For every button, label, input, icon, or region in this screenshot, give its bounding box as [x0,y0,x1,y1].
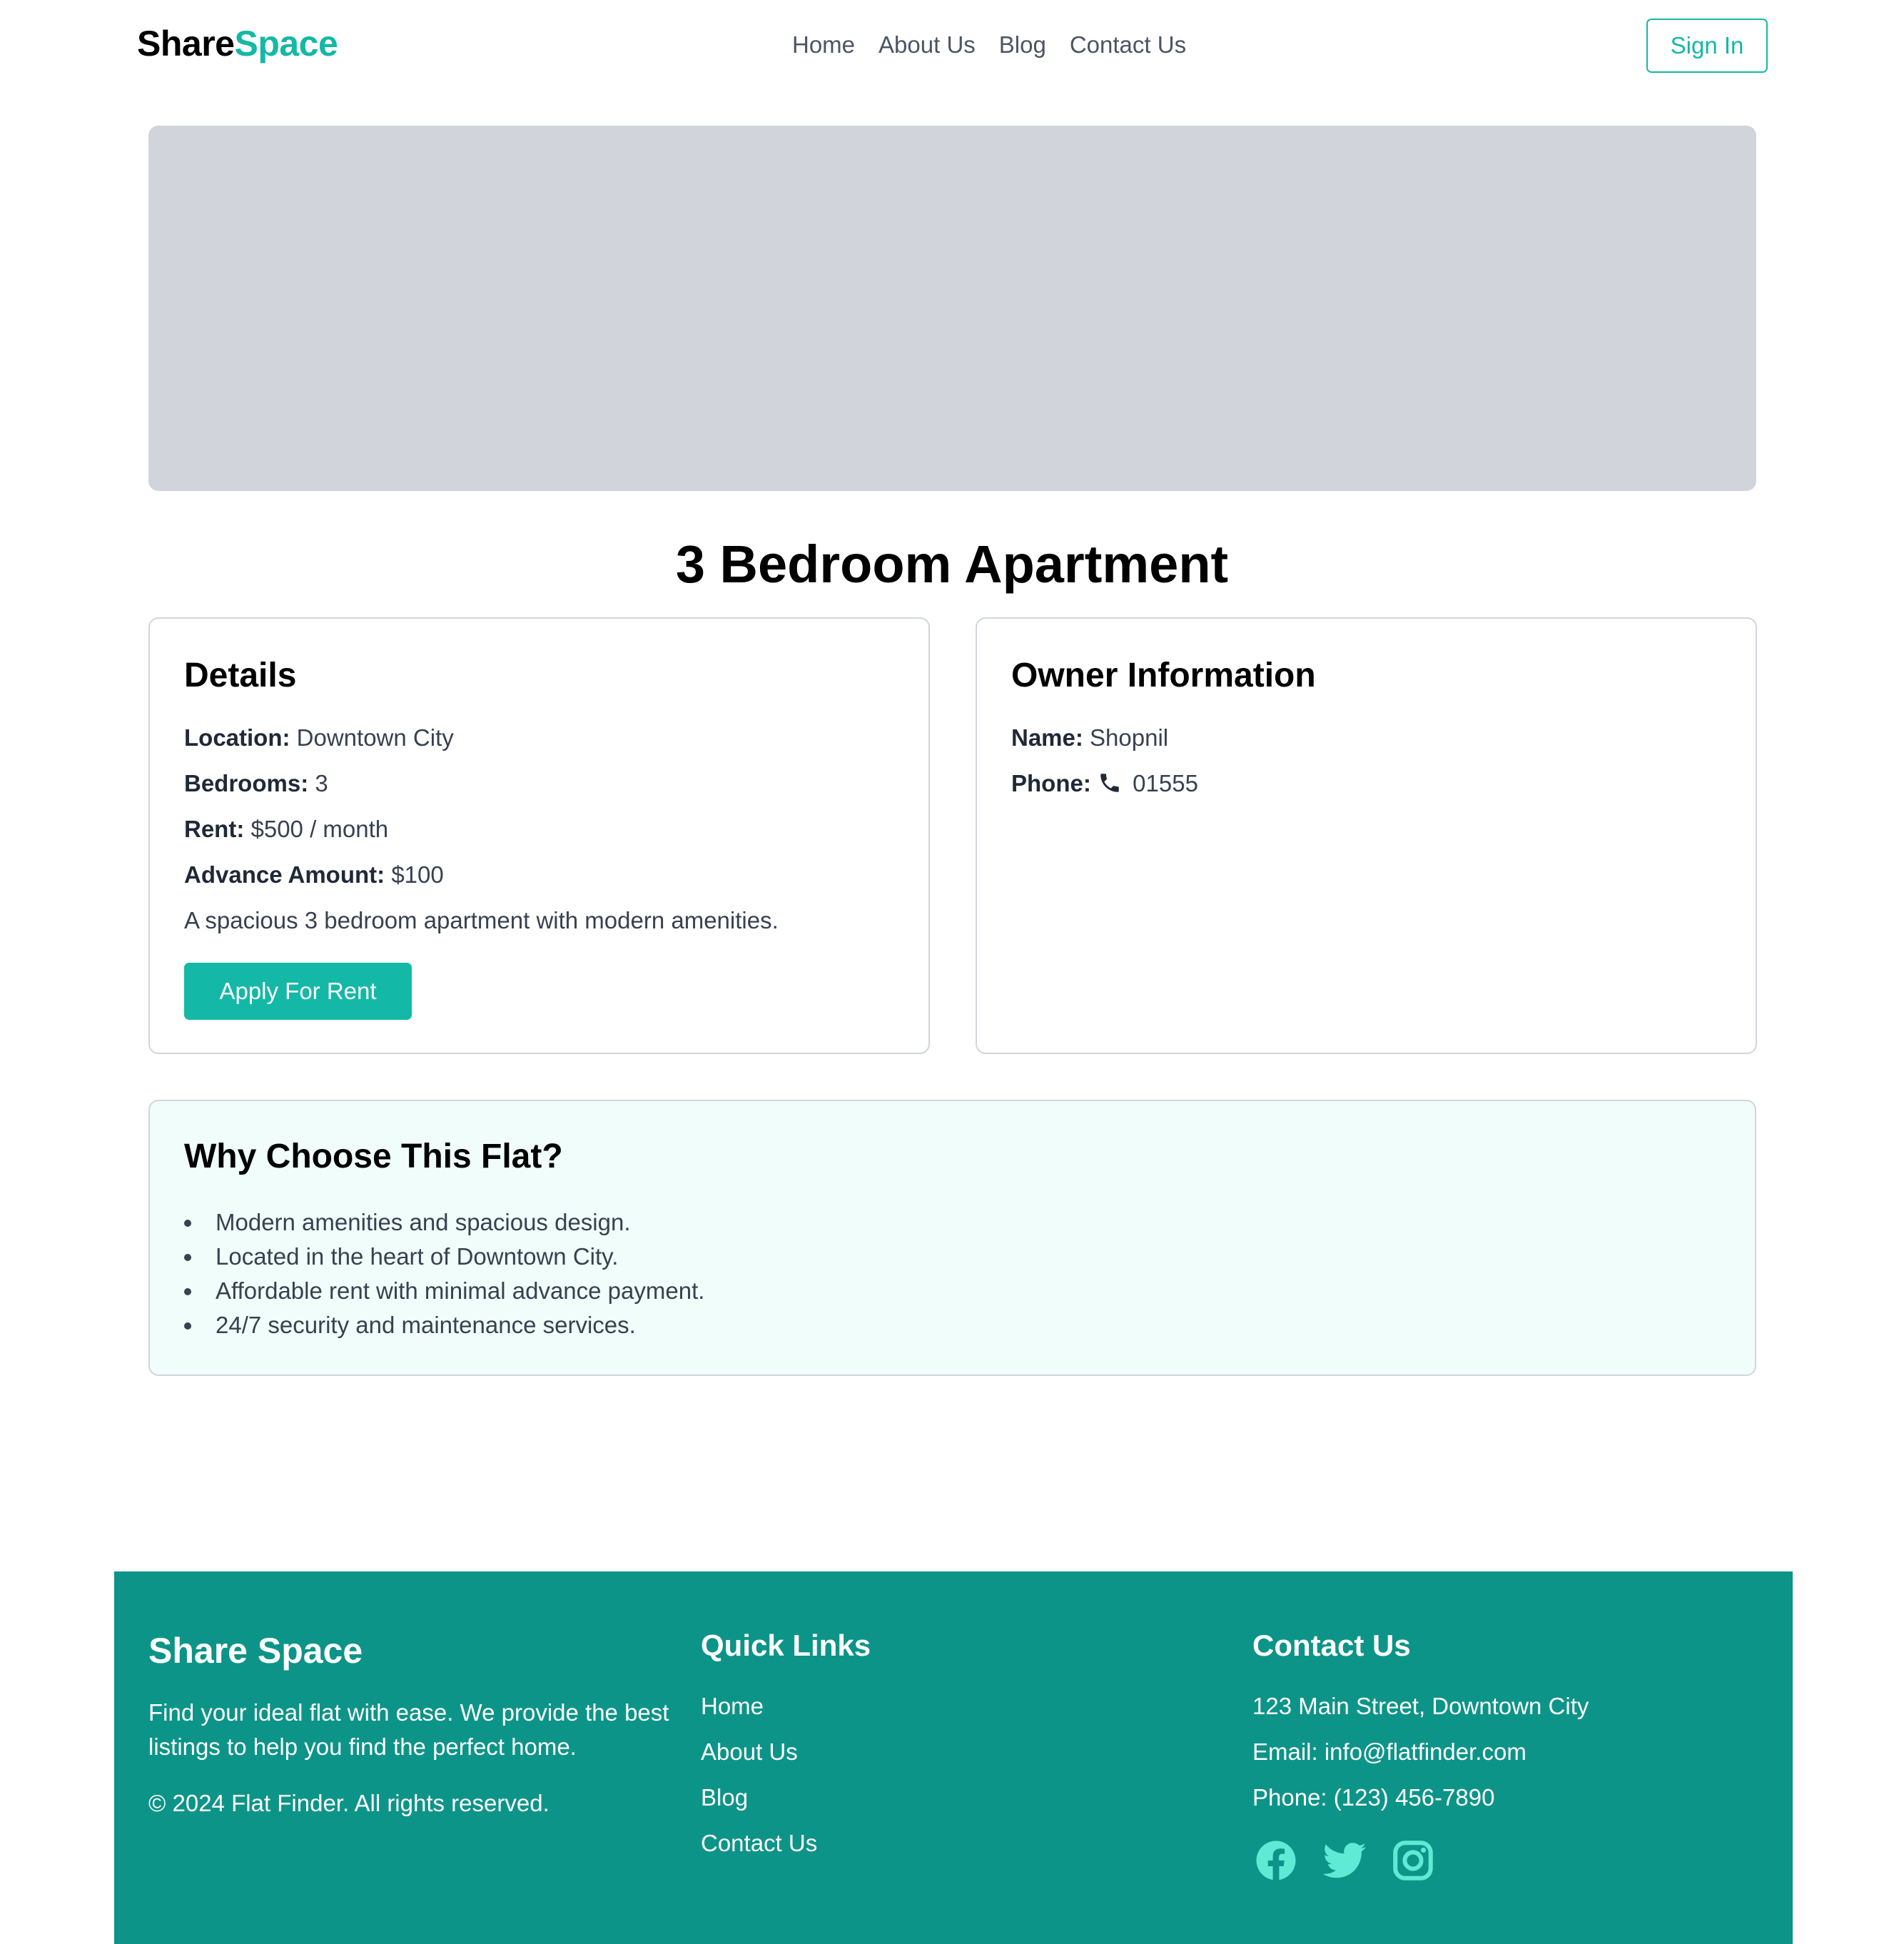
footer-contact-heading: Contact Us [1252,1629,1411,1662]
listing-title: 3 Bedroom Apartment [675,535,1229,594]
location-label: Location: [184,724,290,751]
footer-link-about-us[interactable]: About Us [701,1738,798,1766]
location-value: Downtown City [296,724,454,751]
footer-brand: Share Space [148,1631,363,1671]
list-item: Modern amenities and spacious design. [184,1205,704,1240]
bullet-icon [184,1322,191,1330]
sign-in-button[interactable]: Sign In [1646,19,1768,73]
phone-icon [1098,771,1122,795]
apply-for-rent-button[interactable]: Apply For Rent [184,963,412,1020]
rent-row: Rent: $500 / month [184,816,388,843]
owner-phone-value: 01555 [1133,770,1198,796]
footer-link-contact-us[interactable]: Contact Us [701,1830,817,1857]
footer-email: Email: info@flatfinder.com [1252,1738,1526,1765]
instagram-icon[interactable] [1389,1837,1437,1884]
footer-description: Find your ideal flat with ease. We provi… [148,1699,669,1760]
details-card: Details Location: Downtown City Bedrooms… [148,617,930,1054]
footer-link-home[interactable]: Home [701,1693,764,1720]
brand-logo[interactable]: ShareSpace [137,23,338,64]
nav-links: Home About Us Blog Contact Us [792,31,1186,59]
why-choose-list: Modern amenities and spacious design. Lo… [184,1205,704,1342]
list-item-text: Affordable rent with minimal advance pay… [216,1277,705,1304]
owner-phone-row: Phone: 01555 [1011,770,1198,797]
bedrooms-label: Bedrooms: [184,770,309,796]
footer-copyright: © 2024 Flat Finder. All rights reserved. [148,1790,550,1816]
listing-description: A spacious 3 bedroom apartment with mode… [184,907,779,933]
list-item: 24/7 security and maintenance services. [184,1308,704,1342]
owner-name-label: Name: [1011,724,1083,751]
bedrooms-value: 3 [315,770,328,796]
owner-phone-label: Phone: [1011,770,1091,796]
list-item-text: 24/7 security and maintenance services. [216,1312,636,1338]
footer-address: 123 Main Street, Downtown City [1252,1693,1589,1719]
list-item-text: Located in the heart of Downtown City. [216,1243,619,1270]
list-item: Affordable rent with minimal advance pay… [184,1274,704,1308]
owner-name-value: Shopnil [1090,724,1169,751]
nav-link-contact-us[interactable]: Contact Us [1070,31,1186,59]
facebook-icon[interactable] [1252,1837,1300,1884]
page: ShareSpace Home About Us Blog Contact Us… [0,0,1904,1944]
social-links [1252,1837,1437,1884]
brand-part-space: Space [234,24,338,64]
nav-link-blog[interactable]: Blog [999,31,1046,59]
nav-link-home[interactable]: Home [792,31,855,59]
listing-image [148,126,1756,491]
rent-label: Rent: [184,816,245,842]
advance-label: Advance Amount: [184,861,385,888]
location-row: Location: Downtown City [184,724,454,751]
bullet-icon [184,1254,191,1261]
footer-phone: Phone: (123) 456-7890 [1252,1784,1495,1811]
why-choose-section: Why Choose This Flat? Modern amenities a… [148,1100,1756,1376]
owner-name-row: Name: Shopnil [1011,724,1168,751]
quick-links-heading: Quick Links [701,1629,871,1662]
brand-part-share: Share [137,24,235,64]
rent-value: $500 / month [250,816,389,842]
advance-row: Advance Amount: $100 [184,861,444,889]
why-choose-heading: Why Choose This Flat? [184,1138,563,1175]
footer-link-blog[interactable]: Blog [701,1784,748,1811]
owner-card: Owner Information Name: Shopnil Phone: 0… [976,617,1757,1054]
advance-value: $100 [391,861,444,888]
navbar: ShareSpace Home About Us Blog Contact Us… [0,0,1904,93]
list-item: Located in the heart of Downtown City. [184,1240,704,1274]
list-item-text: Modern amenities and spacious design. [216,1209,631,1235]
owner-heading: Owner Information [1011,657,1316,694]
twitter-icon[interactable] [1321,1837,1368,1884]
bullet-icon [184,1220,191,1227]
nav-link-about-us[interactable]: About Us [878,31,976,59]
details-heading: Details [184,657,297,694]
footer: Share Space Find your ideal flat with ea… [114,1571,1793,1944]
bedrooms-row: Bedrooms: 3 [184,770,328,797]
bullet-icon [184,1288,191,1295]
